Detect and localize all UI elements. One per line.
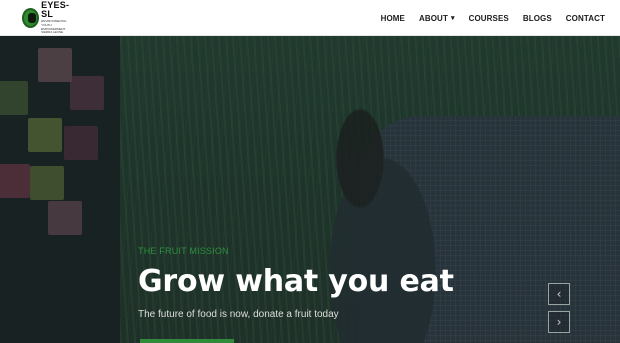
- hero-cta-button[interactable]: [140, 339, 234, 343]
- logo-title: EYES-SL: [41, 0, 70, 20]
- chevron-left-icon: ‹: [556, 287, 562, 301]
- logo-emblem-icon: [22, 8, 40, 28]
- site-header: EYES-SL ENVIRONMENTAL YOUTH EMPOWERMENT …: [0, 0, 620, 36]
- nav-about[interactable]: ABOUT ▾: [419, 14, 455, 23]
- hero-subline: The future of food is now, donate a frui…: [138, 309, 339, 320]
- slider-prev-button[interactable]: ‹: [548, 283, 570, 305]
- chevron-down-icon: ▾: [450, 15, 455, 22]
- hero-eyebrow: THE FRUIT MISSION: [138, 246, 229, 256]
- site-logo[interactable]: EYES-SL ENVIRONMENTAL YOUTH EMPOWERMENT …: [22, 1, 74, 34]
- chevron-right-icon: ›: [556, 315, 562, 329]
- logo-text: EYES-SL ENVIRONMENTAL YOUTH EMPOWERMENT …: [41, 1, 74, 34]
- hero-caption: THE FRUIT MISSION Grow what you eat The …: [138, 246, 454, 320]
- slider-next-button[interactable]: ›: [548, 311, 570, 333]
- nav-courses[interactable]: COURSES: [469, 14, 509, 23]
- logo-tagline: ENVIRONMENTAL YOUTH EMPOWERMENT SIERRA L…: [41, 19, 67, 35]
- nav-blogs[interactable]: BLOGS: [523, 14, 552, 23]
- nav-home[interactable]: HOME: [381, 14, 405, 23]
- nav-about-label: ABOUT: [418, 13, 448, 23]
- main-nav: HOME ABOUT ▾ COURSES BLOGS CONTACT: [367, 0, 605, 36]
- nav-contact[interactable]: CONTACT: [566, 14, 605, 23]
- hero-headline: Grow what you eat: [138, 264, 454, 299]
- hero-slider: THE FRUIT MISSION Grow what you eat The …: [0, 36, 620, 343]
